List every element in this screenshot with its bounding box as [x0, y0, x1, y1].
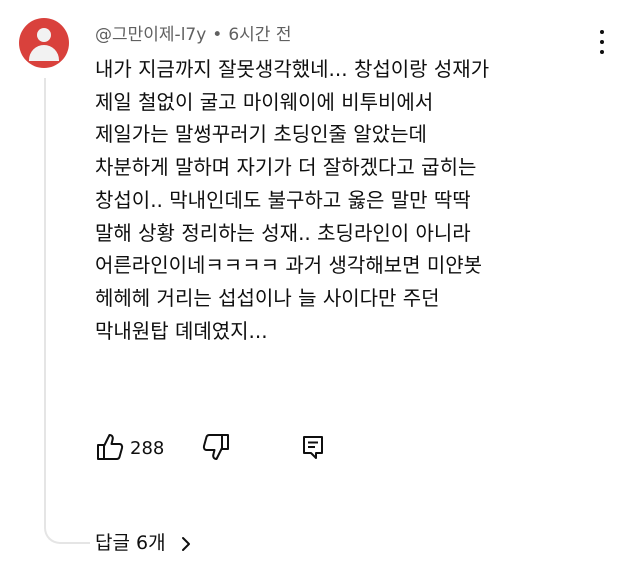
- comment-line: 내가 지금까지 잘못생각했네... 창섭이랑 성재가: [95, 57, 490, 81]
- comment-line: 창섭이.. 막내인데도 불구하고 옳은 말만 딱딱: [95, 187, 471, 212]
- reply-button[interactable]: [300, 434, 326, 460]
- comment-header: @그만이제-l7y • 6시간 전: [95, 20, 291, 45]
- like-count: 288: [130, 438, 165, 459]
- comment-line: 헤헤헤 거리는 섭섭이나 늘 사이다만 주던: [95, 285, 440, 310]
- more-vert-icon: [600, 40, 604, 44]
- comment-line: 말해 상황 정리하는 성재.. 초딩라인이 아니라: [95, 220, 471, 245]
- replies-count-label: 답글 6개: [95, 532, 166, 554]
- more-options-button[interactable]: [595, 28, 609, 56]
- thumb-down-icon: [202, 434, 229, 460]
- comment-timestamp[interactable]: 6시간 전: [228, 25, 291, 45]
- like-button[interactable]: [95, 432, 125, 462]
- header-separator: •: [212, 25, 223, 45]
- comment-line: 제일 철없이 굴고 마이웨이에 비투비에서: [95, 89, 434, 114]
- reply-thread-connector: [44, 78, 90, 544]
- comment-line: 제일가는 말썽꾸러기 초딩인줄 알았는데: [95, 122, 427, 147]
- avatar-icon-head: [37, 28, 51, 42]
- view-replies-button[interactable]: 답글 6개: [95, 528, 192, 555]
- comment-line: 차분하게 말하며 자기가 더 잘하겠다고 굽히는: [95, 155, 477, 180]
- avatar-icon-body: [29, 45, 59, 61]
- thumb-up-icon: [97, 434, 124, 460]
- chevron-right-icon: [181, 536, 190, 551]
- comment-text: 내가 지금까지 잘못생각했네... 창섭이랑 성재가 제일 철없이 굴고 마이웨…: [95, 53, 595, 347]
- avatar[interactable]: [19, 18, 69, 68]
- author-handle[interactable]: @그만이제-l7y: [95, 25, 206, 45]
- more-vert-icon: [600, 30, 604, 34]
- dislike-button[interactable]: [201, 432, 231, 462]
- comment-line: 막내원탑 뎨뎨였지...: [95, 318, 268, 343]
- more-vert-icon: [600, 50, 604, 54]
- reply-comment-icon: [303, 436, 323, 459]
- comment-line: 어른라인이네ㅋㅋㅋㅋ 과거 생각해보면 미얀봇: [95, 253, 483, 278]
